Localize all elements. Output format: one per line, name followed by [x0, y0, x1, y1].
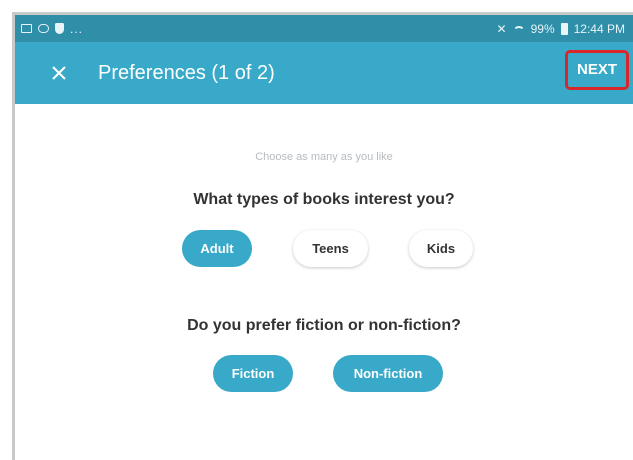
option-kids[interactable]: Kids: [409, 230, 473, 267]
shield-icon: [55, 23, 64, 34]
option-teens[interactable]: Teens: [293, 230, 368, 267]
close-button[interactable]: [45, 59, 73, 87]
app-screen: ... ✕ 99% 12:44 PM Preferences (1 of 2) …: [12, 12, 633, 460]
option-fiction[interactable]: Fiction: [213, 355, 293, 392]
status-right: ✕ 99% 12:44 PM: [497, 22, 625, 36]
hint-text: Choose as many as you like: [255, 151, 393, 163]
page-title: Preferences (1 of 2): [98, 61, 275, 84]
more-notifications: ...: [70, 21, 84, 36]
gallery-icon: [21, 24, 32, 33]
next-highlight: NEXT: [564, 50, 629, 90]
status-left: ...: [21, 22, 83, 36]
battery-percent: 99%: [530, 21, 555, 36]
status-time: 12:44 PM: [573, 21, 625, 36]
battery-icon: [560, 22, 568, 35]
mute-icon: ✕: [496, 21, 507, 36]
question-book-types: What types of books interest you?: [193, 191, 455, 208]
preferences-content: Choose as many as you like What types of…: [15, 104, 633, 460]
status-bar: ... ✕ 99% 12:44 PM: [15, 15, 633, 42]
wifi-icon: [512, 25, 525, 38]
next-button[interactable]: NEXT: [577, 61, 617, 78]
option-adult[interactable]: Adult: [182, 230, 252, 267]
chat-icon: [38, 24, 49, 33]
question-fiction-preference: Do you prefer fiction or non-fiction?: [187, 317, 461, 334]
option-non-fiction[interactable]: Non-fiction: [333, 355, 443, 392]
close-icon: [52, 66, 66, 80]
toolbar: Preferences (1 of 2) NEXT: [15, 42, 633, 104]
